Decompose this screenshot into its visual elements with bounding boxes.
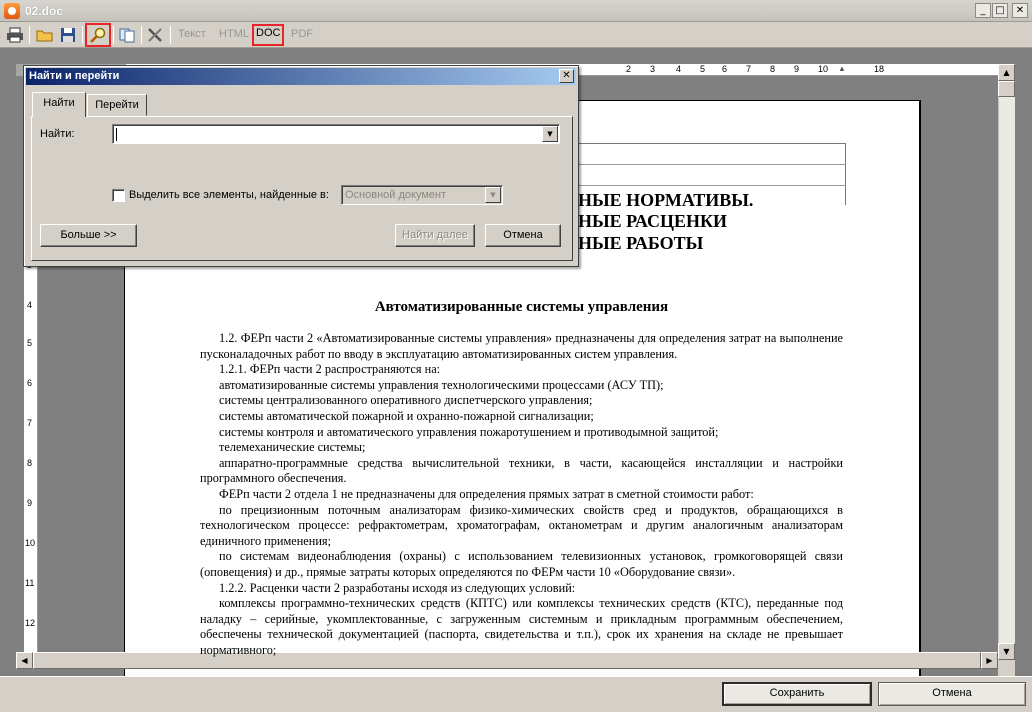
find-next-button[interactable]: Найти далее [395, 224, 475, 247]
toolbar-separator [29, 26, 30, 44]
tools-button[interactable] [144, 24, 166, 46]
scope-dropdown-button[interactable]: ▼ [485, 187, 501, 203]
ruler-mark: 7 [27, 418, 33, 428]
ruler-mark: 8 [770, 64, 776, 74]
dialog-titlebar: Найти и перейти ✕ [26, 68, 576, 85]
paragraph: автоматизированные системы управления те… [219, 377, 664, 392]
find-dropdown-button[interactable]: ▼ [542, 126, 558, 142]
ruler-mark: 12 [25, 618, 36, 628]
toolbar-separator [170, 26, 171, 44]
vertical-scrollbar[interactable]: ▲ ▼ [998, 64, 1015, 660]
dialog-title: Найти и перейти [29, 70, 120, 82]
ruler-mark: 9 [27, 498, 33, 508]
find-icon [90, 27, 106, 43]
highlight-all-checkbox[interactable] [112, 189, 125, 202]
header-line: НЫЕ НОРМАТИВЫ. [578, 190, 754, 210]
window-titlebar: 02.doc _ □ ✕ [0, 0, 1032, 22]
dialog-close-button[interactable]: ✕ [559, 69, 574, 83]
scroll-up-button[interactable]: ▲ [998, 64, 1015, 81]
pdf-format-tab[interactable]: PDF [291, 28, 313, 40]
toolbar-separator [82, 26, 83, 44]
window-title: 02.doc [25, 4, 64, 18]
ruler-mark-18: 18 [874, 64, 885, 74]
print-icon [7, 27, 23, 43]
tab-goto[interactable]: Перейти [87, 94, 147, 116]
minimize-button[interactable]: _ [975, 3, 991, 18]
paragraph: комплексы программно-технических средств… [200, 596, 843, 657]
find-dialog: Найти и перейти ✕ Найти Перейти Найти: ▼… [23, 65, 579, 267]
text-caret [116, 128, 117, 141]
toolbar-separator [113, 26, 114, 44]
dialog-cancel-button[interactable]: Отмена [485, 224, 561, 247]
ruler-mark: 10 [25, 538, 36, 548]
paragraph: по системам видеонаблюдения (охраны) с и… [200, 549, 843, 579]
tools-icon [148, 28, 162, 42]
bottom-button-bar: Сохранить Отмена [0, 676, 1032, 712]
more-button[interactable]: Больше >> [40, 224, 137, 247]
document-body: 1.2. ФЕРп части 2 «Автоматизированные си… [200, 331, 843, 658]
scroll-right-button[interactable]: ▶ [981, 652, 998, 669]
ruler-mark: 2 [626, 64, 632, 74]
maximize-button[interactable]: □ [992, 3, 1008, 18]
ruler-mark: 7 [746, 64, 752, 74]
header-line: НЫЕ РАБОТЫ [578, 233, 704, 253]
paragraph: системы централизованного оперативного д… [219, 393, 593, 408]
paragraph: 1.2.2. Расценки части 2 разработаны исхо… [219, 580, 576, 595]
ruler-mark: 3 [650, 64, 656, 74]
header-line: НЫЕ РАСЦЕНКИ [578, 211, 728, 231]
scroll-corner [998, 660, 1015, 676]
ruler-mark: 11 [25, 578, 35, 588]
paragraph: системы автоматической пожарной и охранн… [219, 408, 594, 423]
toolbar: Текст HTML DOC PDF [0, 22, 1032, 48]
scroll-left-button[interactable]: ◀ [16, 652, 33, 669]
find-label: Найти: [40, 128, 75, 140]
tab-find[interactable]: Найти [32, 92, 86, 117]
ruler-mark: 4 [27, 300, 33, 310]
ruler-mark: 6 [27, 378, 33, 388]
close-window-button[interactable]: ✕ [1012, 3, 1028, 18]
open-folder-icon [36, 30, 53, 42]
save-toolbar-button[interactable] [57, 24, 79, 46]
ruler-mark: 10 [818, 64, 829, 74]
find-input[interactable]: ▼ [112, 124, 560, 144]
paragraph: аппаратно-программные средства вычислите… [200, 455, 843, 486]
paragraph: 1.2. ФЕРп части 2 «Автоматизированные си… [200, 331, 843, 361]
paragraph: телемеханические системы; [219, 440, 366, 455]
open-button[interactable] [34, 24, 56, 46]
ruler-mark: 6 [722, 64, 728, 74]
save-button[interactable]: Сохранить [722, 682, 872, 706]
scrollbar-thumb[interactable] [998, 81, 1015, 97]
ruler-mark: 9 [794, 64, 800, 74]
ruler-mark: 5 [700, 64, 706, 74]
scroll-down-button[interactable]: ▼ [998, 643, 1015, 660]
document-heading: Автоматизированные системы управления [374, 299, 669, 315]
paragraph: 1.2.1. ФЕРп части 2 распространяются на: [219, 362, 441, 377]
paragraph: ФЕРп части 2 отдела 1 не предназначены д… [219, 486, 754, 501]
save-icon [61, 28, 75, 42]
ruler-mark: 4 [676, 64, 682, 74]
cancel-button[interactable]: Отмена [878, 682, 1026, 706]
text-format-tab[interactable]: Текст [178, 28, 206, 40]
paragraph: системы контроля и автоматического управ… [219, 424, 719, 439]
app-icon [4, 3, 20, 19]
copy-button[interactable] [116, 24, 138, 46]
ruler-indent-marker[interactable]: ▲ [838, 64, 846, 74]
paragraph: по прецизионным поточным анализаторам фи… [200, 502, 843, 548]
ruler-mark: 5 [27, 338, 33, 348]
copy-icon [119, 28, 135, 43]
find-button[interactable] [85, 23, 111, 47]
search-scope-value: Основной документ [345, 189, 447, 201]
html-format-tab[interactable]: HTML [219, 28, 249, 40]
ruler-mark: 8 [27, 458, 33, 468]
doc-format-tab[interactable]: DOC [251, 24, 285, 46]
toolbar-separator [141, 26, 142, 44]
search-scope-select[interactable]: Основной документ ▼ [341, 185, 503, 205]
print-button[interactable] [4, 24, 26, 46]
highlight-all-label: Выделить все элементы, найденные в: [129, 189, 329, 201]
